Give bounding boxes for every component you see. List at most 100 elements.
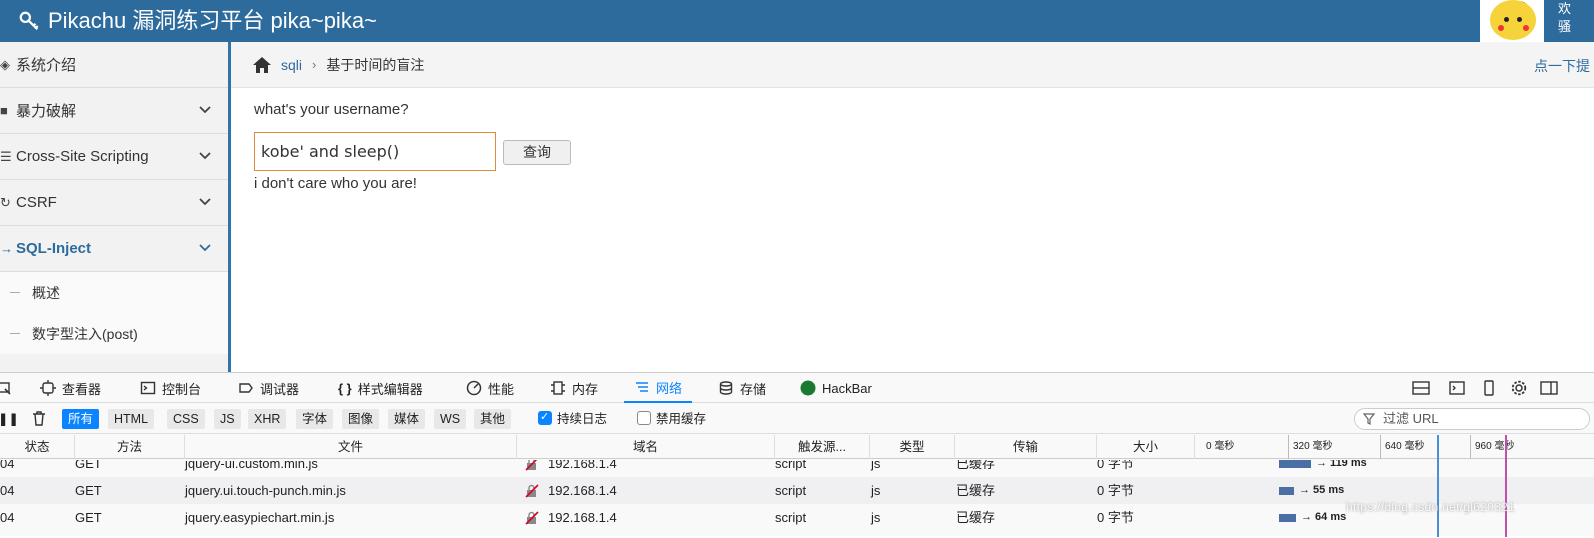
sidebar: ◈ 系统介绍 ■ 暴力破解 ☰ Cross-Site Scripting ↻ C…	[0, 42, 231, 372]
breadcrumb: sqli › 基于时间的盲注 点一下提	[231, 42, 1594, 88]
breadcrumb-link-sqli[interactable]: sqli	[281, 57, 302, 73]
dock-layout-icon[interactable]	[1412, 380, 1430, 396]
lock-icon: ■	[0, 103, 8, 118]
insecure-lock-icon	[525, 511, 539, 525]
hint-link[interactable]: 点一下提	[1534, 56, 1590, 76]
disable-cache-label: 禁用缓存	[656, 412, 707, 426]
chevron-down-icon	[199, 244, 211, 252]
insecure-lock-icon	[525, 460, 538, 471]
col-status[interactable]: 状态	[0, 435, 75, 459]
pause-icon[interactable]: ❚❚	[0, 409, 19, 429]
filter-all[interactable]: 所有	[62, 409, 100, 429]
main-content: what's your username? 查询 i don't care wh…	[231, 89, 1594, 371]
tab-debugger[interactable]: 调试器	[238, 373, 299, 403]
filter-funnel-icon	[1363, 413, 1375, 425]
tab-hackbar[interactable]: HackBar	[800, 373, 872, 403]
col-method[interactable]: 方法	[75, 435, 185, 459]
filter-images[interactable]: 图像	[342, 409, 380, 429]
tick-label: 960 毫秒	[1470, 435, 1514, 459]
sidebar-item-csrf[interactable]: ↻ CSRF	[0, 180, 228, 226]
console-icon	[140, 381, 156, 395]
app-title: Pikachu 漏洞练习平台 pika~pika~	[48, 8, 377, 33]
tab-memory[interactable]: 内存	[550, 373, 598, 403]
list-icon: ☰	[0, 148, 12, 164]
filter-css[interactable]: CSS	[167, 409, 205, 429]
col-domain[interactable]: 域名	[517, 435, 775, 459]
tab-console[interactable]: 控制台	[140, 373, 201, 403]
sidebar-item-intro[interactable]: ◈ 系统介绍	[0, 42, 228, 88]
debugger-icon	[239, 383, 253, 393]
sidebar-item-brute-force[interactable]: ■ 暴力破解	[0, 88, 228, 134]
hackbar-icon	[800, 380, 816, 396]
sidebar-item-xss[interactable]: ☰ Cross-Site Scripting	[0, 134, 228, 180]
filter-fonts[interactable]: 字体	[296, 409, 334, 429]
col-cause[interactable]: 触发源...	[775, 435, 870, 459]
request-table-header: 状态 方法 文件 域名 触发源... 类型 传输 大小 0 毫秒 320 毫秒 …	[0, 435, 1594, 459]
home-icon[interactable]	[251, 55, 273, 75]
refresh-icon: ↻	[0, 194, 11, 210]
dock-side-icon[interactable]	[1540, 380, 1558, 396]
tick-label: 320 毫秒	[1288, 435, 1332, 459]
username-input[interactable]	[254, 132, 496, 171]
inspector-icon	[40, 380, 56, 396]
breadcrumb-current: 基于时间的盲注	[326, 56, 425, 73]
tab-style-editor[interactable]: { } 样式编辑器	[338, 373, 423, 403]
url-filter-input[interactable]: 过滤 URL	[1354, 408, 1590, 430]
query-result: i don't care who you are!	[254, 175, 417, 192]
user-panel[interactable]: 欢 骚	[1480, 0, 1594, 42]
performance-icon	[466, 380, 482, 396]
braces-icon: { }	[338, 380, 352, 396]
filter-html[interactable]: HTML	[108, 409, 155, 429]
tab-network[interactable]: 网络	[624, 373, 693, 403]
filter-ws[interactable]: WS	[434, 409, 467, 429]
filter-media[interactable]: 媒体	[388, 409, 426, 429]
sidebar-item-sql-inject[interactable]: → SQL-Inject	[0, 226, 228, 272]
tab-performance[interactable]: 性能	[466, 373, 514, 403]
sidebar-subitem-overview[interactable]: 概述	[0, 272, 228, 313]
waterfall-timeline-header: 0 毫秒 320 毫秒 640 毫秒 960 毫秒	[1206, 435, 1594, 459]
waterfall-bar	[1279, 460, 1311, 468]
breadcrumb-separator-icon: ›	[312, 57, 317, 72]
watermark: https://blog.csdn.net/gl620321	[1346, 500, 1516, 514]
network-filter-bar: ❚❚ 所有 HTML CSS JS XHR 字体 图像 媒体 WS 其他 持续日…	[0, 404, 1594, 434]
username-prompt: what's your username?	[254, 101, 409, 118]
query-button[interactable]: 查询	[503, 140, 571, 165]
col-type[interactable]: 类型	[870, 435, 955, 459]
waterfall-bar	[1279, 514, 1296, 522]
col-transferred[interactable]: 传输	[955, 435, 1097, 459]
chevron-down-icon	[199, 198, 211, 206]
plug-icon: →	[0, 241, 13, 256]
tag-icon: ◈	[0, 56, 10, 72]
storage-icon	[719, 381, 733, 395]
trash-icon[interactable]	[32, 411, 46, 426]
memory-icon	[551, 381, 565, 395]
devtools-tabbar: 查看器 控制台 调试器 { } 样式编辑器 性能 内存 网络 存储 HackBa…	[0, 373, 1594, 403]
filter-js[interactable]: JS	[214, 409, 241, 429]
tab-inspector[interactable]: 查看器	[40, 373, 101, 403]
persist-log-label: 持续日志	[557, 412, 608, 426]
chevron-down-icon	[199, 106, 211, 114]
network-icon	[636, 382, 648, 392]
pikachu-avatar[interactable]	[1490, 0, 1536, 40]
col-size[interactable]: 大小	[1097, 435, 1195, 459]
filter-xhr[interactable]: XHR	[248, 409, 287, 429]
insecure-lock-icon	[525, 484, 539, 498]
request-list: 04 GET jquery-ui.custom.min.js 192.168.1…	[0, 460, 1594, 538]
key-icon	[19, 11, 39, 31]
app-brand[interactable]: Pikachu 漏洞练习平台 pika~pika~	[18, 6, 377, 36]
sidebar-subitem-numeric-post[interactable]: 数字型注入(post)	[0, 313, 228, 354]
table-row[interactable]: 04 GET jquery-ui.custom.min.js 192.168.1…	[0, 460, 1594, 477]
filter-other[interactable]: 其他	[474, 409, 512, 429]
responsive-mode-icon[interactable]	[1480, 380, 1498, 396]
persist-log-checkbox[interactable]	[538, 410, 552, 425]
tick-label: 640 毫秒	[1380, 435, 1424, 459]
disable-cache-checkbox[interactable]	[637, 411, 651, 425]
gear-icon[interactable]	[1510, 380, 1528, 396]
chevron-down-icon	[199, 152, 211, 160]
split-console-icon[interactable]	[1448, 380, 1466, 396]
load-event-marker	[1505, 435, 1507, 537]
tab-storage[interactable]: 存储	[718, 373, 766, 403]
col-file[interactable]: 文件	[185, 435, 517, 459]
pick-element-button[interactable]	[0, 373, 12, 403]
tick-label: 0 毫秒	[1206, 441, 1235, 452]
